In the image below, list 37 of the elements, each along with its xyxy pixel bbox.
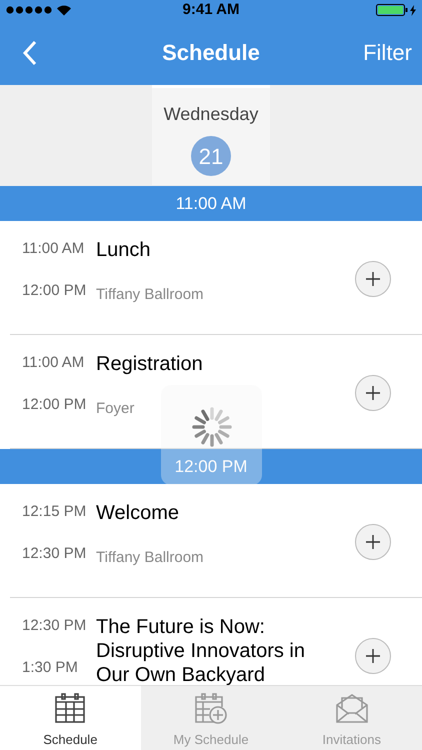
add-button[interactable] xyxy=(355,638,391,674)
plus-icon xyxy=(365,534,381,550)
status-time: 9:41 AM xyxy=(182,0,240,20)
calendar-icon xyxy=(54,692,86,724)
start-time: 11:00 AM xyxy=(22,239,86,259)
plus-icon xyxy=(365,648,381,664)
section-header: 12:00 PM xyxy=(0,449,422,484)
event-title: Registration xyxy=(96,352,204,376)
event-location: Tiffany Ballroom xyxy=(96,285,205,305)
end-time: 1:30 PM xyxy=(22,658,79,678)
envelope-icon xyxy=(334,692,369,724)
add-button[interactable] xyxy=(355,374,391,410)
event-title: The Future is Now: Disruptive Innovators in Our Own Backyard xyxy=(96,615,306,685)
event-title: Welcome xyxy=(96,501,180,525)
event-location: Foyer xyxy=(96,399,136,419)
charging-icon xyxy=(410,4,416,16)
end-time: 12:00 PM xyxy=(22,394,88,414)
plus-icon xyxy=(365,384,381,400)
add-button[interactable] xyxy=(355,260,391,296)
event-location: Tiffany Ballroom xyxy=(96,548,205,568)
screen-title: Schedule xyxy=(162,39,260,67)
add-button[interactable] xyxy=(355,524,391,560)
calendar-add-icon xyxy=(194,692,228,724)
event-title: Lunch xyxy=(96,238,152,262)
start-time: 11:00 AM xyxy=(22,353,86,373)
battery-icon xyxy=(376,4,408,16)
end-time: 12:00 PM xyxy=(22,280,88,300)
day-picker-item[interactable]: Wednesday 21 xyxy=(152,85,270,185)
start-time: 12:30 PM xyxy=(22,616,88,636)
start-time: 12:15 PM xyxy=(22,502,88,522)
wifi-icon xyxy=(56,4,72,16)
end-time: 12:30 PM xyxy=(22,544,88,564)
filter-button[interactable]: Filter xyxy=(363,36,412,69)
plus-icon xyxy=(365,270,381,286)
signal-icon xyxy=(6,6,52,14)
section-header: 11:00 AM xyxy=(0,186,422,221)
tab-bar-item[interactable]: Schedule xyxy=(0,686,141,750)
